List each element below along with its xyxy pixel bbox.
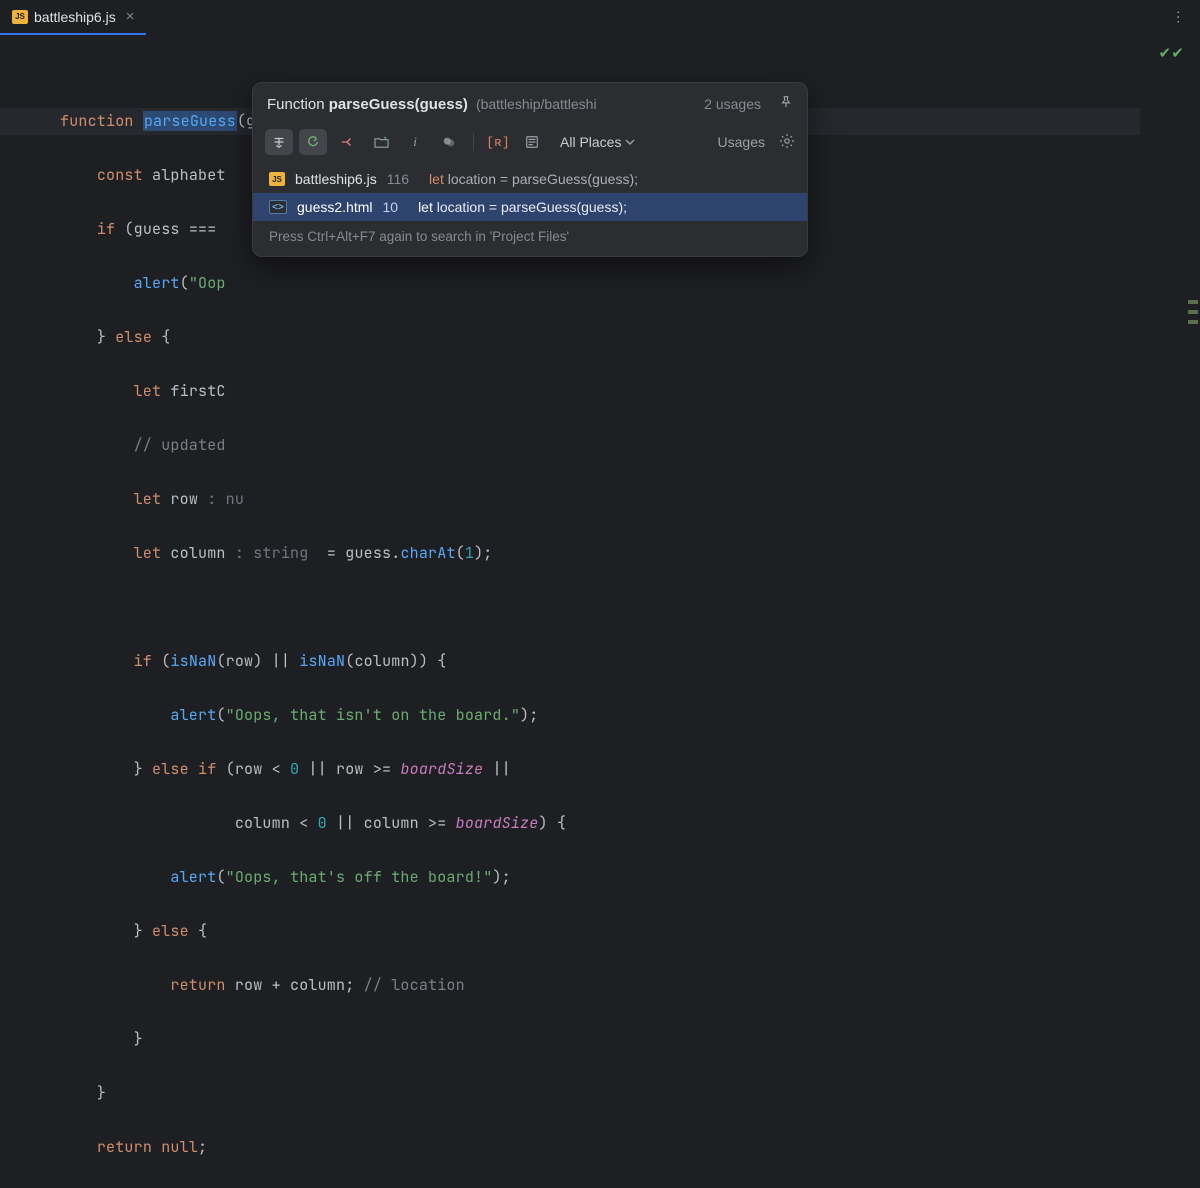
- usages-footer-hint: Press Ctrl+Alt+F7 again to search in 'Pr…: [253, 221, 807, 256]
- usage-line: 116: [387, 171, 409, 187]
- toolbar-btn-info[interactable]: i: [401, 129, 429, 155]
- code-line: } else {: [60, 918, 1200, 945]
- code-line: return row + column; // location: [60, 972, 1200, 999]
- code-line: alert("Oop: [60, 270, 1200, 297]
- gear-icon[interactable]: [779, 133, 795, 152]
- code-line: alert("Oops, that isn't on the board.");: [60, 702, 1200, 729]
- tab-battleship6[interactable]: JS battleship6.js ×: [0, 0, 146, 35]
- usage-file: guess2.html: [297, 199, 372, 215]
- usage-row[interactable]: <> guess2.html 10 let location = parseGu…: [253, 193, 807, 221]
- usages-toolbar: i [ʀ] All Places Usages: [253, 123, 807, 165]
- pin-icon[interactable]: [779, 95, 793, 113]
- inspection-ok-icon[interactable]: ✔✔: [1158, 40, 1184, 67]
- toolbar-btn-filter[interactable]: [265, 129, 293, 155]
- tab-filename: battleship6.js: [34, 9, 116, 25]
- code-line: }: [60, 1026, 1200, 1053]
- chevron-down-icon: [625, 137, 635, 147]
- toolbar-btn-exclude[interactable]: [333, 129, 361, 155]
- code-line: [60, 594, 1200, 621]
- usages-popup-header: Function parseGuess(guess) (battleship/b…: [253, 83, 807, 123]
- usage-row[interactable]: JS battleship6.js 116 let location = par…: [253, 165, 807, 193]
- usage-code: let location = parseGuess(guess);: [429, 171, 638, 187]
- close-icon[interactable]: ×: [126, 8, 135, 25]
- usages-count: 2 usages: [704, 96, 761, 112]
- toolbar-btn-layers[interactable]: [435, 129, 463, 155]
- code-line: column < 0 || column >= boardSize) {: [60, 810, 1200, 837]
- code-line: return null;: [60, 1134, 1200, 1161]
- toolbar-btn-preview[interactable]: [518, 129, 546, 155]
- usages-path: (battleship/battleshi: [476, 96, 597, 112]
- toolbar-btn-brackets[interactable]: [ʀ]: [484, 129, 512, 155]
- more-icon[interactable]: ⋯: [1170, 10, 1187, 25]
- usage-file: battleship6.js: [295, 171, 377, 187]
- usages-title: Function parseGuess(guess): [267, 96, 468, 113]
- toolbar-btn-newfolder[interactable]: [367, 129, 395, 155]
- code-line: let row : nu: [60, 486, 1200, 513]
- html-file-icon: <>: [269, 200, 287, 214]
- code-line: }: [60, 1080, 1200, 1107]
- places-dropdown[interactable]: All Places: [560, 134, 635, 150]
- code-line: let column : string = guess.charAt(1);: [60, 540, 1200, 567]
- code-line: } else {: [60, 324, 1200, 351]
- minimap-markers: [1188, 300, 1198, 330]
- code-line: alert("Oops, that's off the board!");: [60, 864, 1200, 891]
- code-line: // updated: [60, 432, 1200, 459]
- code-line: let firstC: [60, 378, 1200, 405]
- usages-label: Usages: [718, 134, 765, 150]
- editor-tabs: JS battleship6.js × ⋯: [0, 0, 1200, 36]
- usage-code: let location = parseGuess(guess);: [418, 199, 627, 215]
- js-file-icon: JS: [269, 172, 285, 186]
- code-line: if (isNaN(row) || isNaN(column)) {: [60, 648, 1200, 675]
- js-file-icon: JS: [12, 10, 28, 24]
- usages-popup: Function parseGuess(guess) (battleship/b…: [252, 82, 808, 257]
- code-line: } else if (row < 0 || row >= boardSize |…: [60, 756, 1200, 783]
- toolbar-separator: [473, 133, 474, 151]
- toolbar-btn-refresh[interactable]: [299, 129, 327, 155]
- usage-line: 10: [382, 199, 398, 215]
